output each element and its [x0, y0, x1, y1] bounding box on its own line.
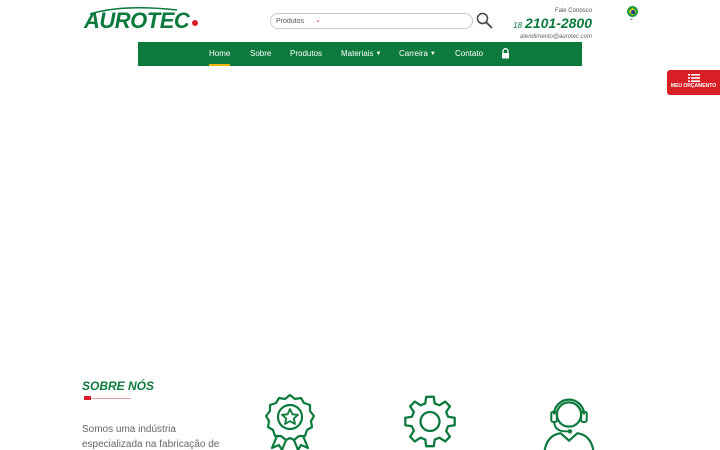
registered-mark-icon: [192, 20, 198, 26]
search-input[interactable]: [327, 15, 467, 27]
phone-area-code: 18: [513, 21, 523, 30]
nav-item-label: Contato: [455, 49, 484, 58]
caret-down-icon: ▼: [375, 51, 382, 57]
phone-number: 2101-2800: [525, 15, 592, 31]
support-headset-icon: [543, 398, 595, 450]
contact-block: Fale Conosco 18 2101-2800 atendimento@aur…: [513, 8, 592, 41]
nav-item-contato[interactable]: Contato: [455, 42, 483, 66]
list-icon: [687, 74, 700, 82]
nav-item-produtos[interactable]: Produtos: [290, 42, 322, 66]
main-navbar: Home Sobre Produtos Materiais ▼ Carreira ▼…: [138, 42, 582, 66]
nav-item-label: Home: [209, 49, 231, 58]
language-chevron-down-icon[interactable]: ⌄: [629, 16, 634, 22]
search-icon[interactable]: [476, 12, 493, 29]
lock-icon[interactable]: [501, 48, 510, 59]
award-medal-icon: [264, 393, 316, 450]
about-text: Somos uma indústria especializada na fab…: [82, 424, 220, 450]
search-bar: Produtos ⌄: [270, 13, 473, 29]
nav-item-home[interactable]: Home: [209, 42, 231, 66]
nav-item-label: Carreira: [399, 49, 428, 58]
gear-icon: [404, 395, 456, 448]
nav-item-label: Materiais: [341, 49, 374, 58]
contact-email[interactable]: atendimento@aurotec.com: [513, 33, 592, 41]
search-category-select[interactable]: Produtos: [276, 16, 304, 27]
about-title-underline: [86, 398, 131, 399]
about-title: SOBRE NÓS: [82, 379, 155, 393]
nav-item-carreira[interactable]: Carreira ▼: [399, 42, 436, 66]
contact-label: Fale Conosco: [554, 8, 592, 14]
about-title-accent: [84, 396, 91, 400]
aurotec-logo[interactable]: AUROTEC: [82, 6, 200, 34]
nav-active-indicator: [209, 64, 231, 66]
caret-down-icon: ▼: [429, 51, 436, 57]
nav-item-label: Sobre: [250, 49, 272, 58]
my-quote-label: MEU ORÇAMENTO: [670, 83, 717, 89]
chevron-down-icon[interactable]: ⌄: [315, 15, 321, 26]
nav-item-sobre[interactable]: Sobre: [250, 42, 271, 66]
my-quote-button[interactable]: MEU ORÇAMENTO: [667, 70, 720, 95]
nav-item-label: Produtos: [290, 49, 323, 58]
nav-item-materiais[interactable]: Materiais ▼: [341, 42, 381, 66]
contact-phone[interactable]: 18 2101-2800: [513, 16, 592, 33]
logo-text: AUROTEC: [84, 8, 190, 33]
